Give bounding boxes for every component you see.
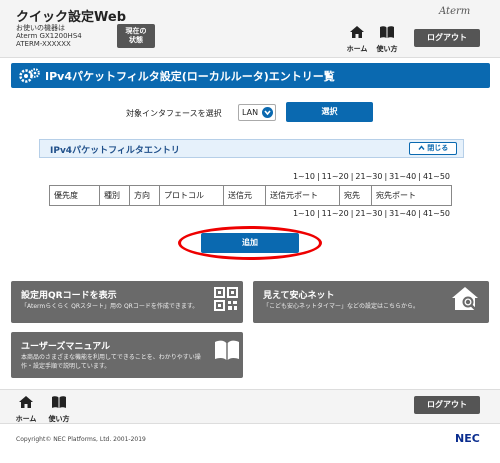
entry-panel-title: IPv4パケットフィルタエントリ	[50, 146, 180, 156]
book-icon	[52, 396, 66, 408]
add-button[interactable]: 追加	[201, 233, 299, 253]
current-status-button[interactable]: 現在の 状態	[117, 24, 155, 48]
page-link[interactable]: 41~50	[423, 172, 450, 181]
footer-help-button[interactable]: 使い方	[44, 394, 74, 424]
manual-tile-desc: 本商品のさまざまな機能を利用してできることを、わかりやすい操 作・設定手順で説明…	[21, 353, 201, 371]
page-link[interactable]: 1~10	[293, 172, 315, 181]
page-link[interactable]: 41~50	[423, 209, 450, 218]
column-header: 宛先	[339, 185, 372, 206]
page-title-bar: IPv4パケットフィルタ設定(ローカルルータ)エントリー覧	[11, 63, 490, 88]
column-header: 送信元ポート	[265, 185, 340, 206]
close-label: 閉じる	[427, 144, 449, 152]
user-manual-tile[interactable]: ユーザーズマニュアル 本商品のさまざまな機能を利用してできることを、わかりやすい…	[11, 332, 243, 378]
chevron-up-icon	[418, 145, 425, 150]
home-search-icon	[452, 287, 478, 311]
footer-home-button[interactable]: ホーム	[11, 394, 41, 424]
page-link[interactable]: 21~30	[355, 209, 382, 218]
entry-panel-header: IPv4パケットフィルタエントリ 閉じる	[39, 139, 464, 158]
interface-label: 対象インタフェースを選択	[126, 109, 222, 118]
close-panel-button[interactable]: 閉じる	[409, 142, 457, 155]
status-line2: 状態	[129, 36, 143, 44]
app-title: クイック設定Web	[16, 10, 126, 25]
device-info: お使いの機器は Aterm GX1200HS4 ATERM-XXXXXX	[16, 24, 82, 48]
safety-tile-title: 見えて安心ネット	[263, 291, 335, 301]
footer-logout-button[interactable]: ログアウト	[414, 396, 480, 414]
manual-tile-title: ユーザーズマニュアル	[21, 342, 111, 352]
safety-tile-desc: 「こども安心ネットタイマー」などの設定はこちらから。	[263, 303, 420, 310]
safety-net-tile[interactable]: 見えて安心ネット 「こども安心ネットタイマー」などの設定はこちらから。	[253, 281, 489, 323]
page-title: IPv4パケットフィルタ設定(ローカルルータ)エントリー覧	[45, 70, 335, 83]
home-icon	[19, 396, 33, 408]
entry-table: 優先度 種別 方向 プロトコル 送信元 送信元ポート 宛先 宛先ポート	[49, 185, 452, 206]
page-link[interactable]: 11~20	[322, 172, 349, 181]
device-caption: お使いの機器は	[16, 24, 65, 32]
home-button[interactable]: ホーム	[342, 24, 372, 54]
book-icon	[215, 340, 239, 360]
manual-desc-line2: 作・設定手順で説明しています。	[21, 363, 111, 370]
help-label: 使い方	[376, 45, 398, 53]
column-header: 送信元	[223, 185, 266, 206]
footer-bar: ホーム 使い方 ログアウト	[0, 389, 500, 424]
column-header: 方向	[129, 185, 160, 206]
page-link[interactable]: 11~20	[322, 209, 349, 218]
chevron-down-icon	[262, 107, 273, 118]
qr-tile-desc: 「Atermらくらく QRスタート」用の QRコードを作成できます。	[21, 303, 199, 310]
home-label: ホーム	[346, 45, 368, 53]
nec-logo: NEC	[455, 432, 480, 445]
logout-button[interactable]: ログアウト	[414, 29, 480, 47]
help-button[interactable]: 使い方	[372, 24, 402, 54]
column-header: プロトコル	[159, 185, 224, 206]
column-header: 宛先ポート	[371, 185, 452, 206]
device-model: Aterm GX1200HS4	[16, 32, 82, 40]
pagination-top: 1~10 | 11~20 | 21~30 | 31~40 | 41~50	[292, 172, 450, 181]
table-header-row: 優先度 種別 方向 プロトコル 送信元 送信元ポート 宛先 宛先ポート	[49, 185, 452, 206]
status-line1: 現在の	[125, 27, 147, 35]
column-header: 優先度	[49, 185, 100, 206]
brand-logo: Aterm	[439, 6, 471, 17]
device-name: ATERM-XXXXXX	[16, 40, 71, 48]
manual-desc-line1: 本商品のさまざまな機能を利用してできることを、わかりやすい操	[21, 354, 201, 361]
gear-icon	[19, 68, 40, 83]
select-button[interactable]: 選択	[286, 102, 373, 122]
interface-value: LAN	[242, 108, 259, 117]
pagination-bottom: 1~10 | 11~20 | 21~30 | 31~40 | 41~50	[292, 209, 450, 218]
page-link[interactable]: 21~30	[355, 172, 382, 181]
qr-code-tile[interactable]: 設定用QRコードを表示 「Atermらくらく QRスタート」用の QRコードを作…	[11, 281, 243, 323]
footer-home-label: ホーム	[15, 415, 37, 423]
header: クイック設定Web お使いの機器は Aterm GX1200HS4 ATERM-…	[0, 0, 500, 58]
copyright: Copyright© NEC Platforms, Ltd. 2001-2019	[16, 436, 146, 443]
page-link[interactable]: 1~10	[293, 209, 315, 218]
footer-help-label: 使い方	[48, 415, 70, 423]
qr-code-icon	[214, 287, 238, 311]
page-link[interactable]: 31~40	[389, 172, 416, 181]
page-link[interactable]: 31~40	[389, 209, 416, 218]
qr-tile-title: 設定用QRコードを表示	[21, 291, 117, 301]
home-icon	[350, 26, 364, 38]
column-header: 種別	[99, 185, 130, 206]
interface-select[interactable]: LAN	[238, 104, 276, 121]
book-icon	[380, 26, 394, 38]
